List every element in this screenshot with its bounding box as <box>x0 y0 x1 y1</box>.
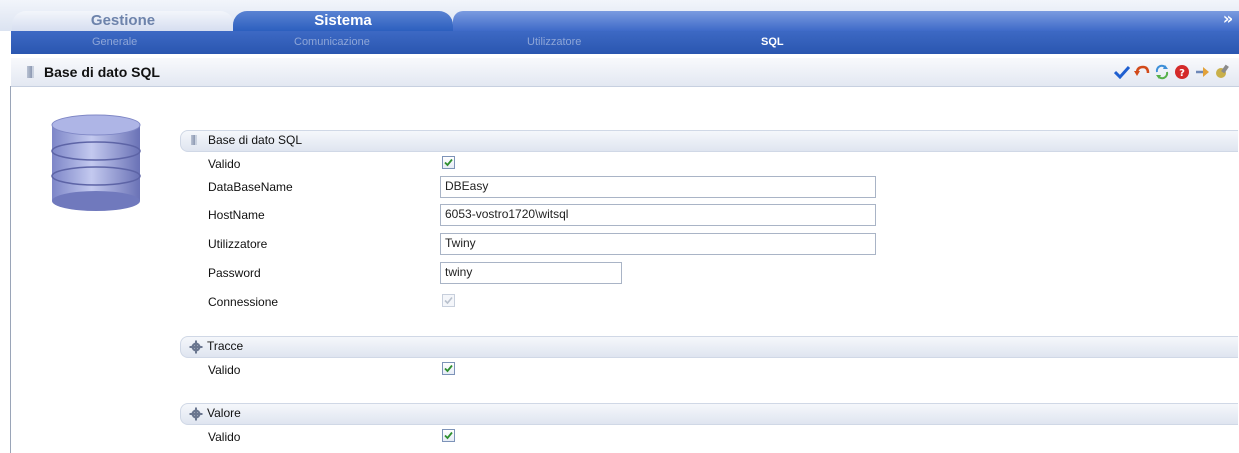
page-title: Base di dato SQL <box>44 64 160 80</box>
content-border <box>10 86 11 453</box>
section-tracce: Tracce Valido <box>180 336 1239 386</box>
form-row-dbname: DataBaseName DBEasy <box>208 176 1228 198</box>
form-row-valido: Valido <box>208 359 1228 381</box>
sub-menu-bar: Generale Comunicazione Utilizzatore SQL <box>11 31 1239 54</box>
form-row-valido: Valido <box>208 426 1228 448</box>
valore-valido-checkbox[interactable] <box>442 429 455 442</box>
form-row-connessione: Connessione <box>208 291 1228 313</box>
toolbar: ? <box>1113 62 1231 82</box>
form-row-user: Utilizzatore Twiny <box>208 233 1228 255</box>
database-icon <box>48 113 144 213</box>
section-title: Valore <box>207 406 241 420</box>
field-label: Valido <box>208 363 241 377</box>
field-label: Valido <box>208 157 241 171</box>
gear-icon <box>189 340 203 354</box>
submenu-item-sql[interactable]: SQL <box>761 35 784 49</box>
section-database: Base di dato SQL Valido DataBaseName DBE… <box>180 130 1239 325</box>
tab-sistema[interactable]: Sistema <box>233 11 453 31</box>
help-icon[interactable]: ? <box>1173 62 1191 82</box>
section-header-database[interactable]: Base di dato SQL <box>180 130 1238 152</box>
tab-gestione[interactable]: Gestione <box>12 11 234 31</box>
field-label: Password <box>208 266 261 280</box>
password-input[interactable]: twiny <box>440 262 622 284</box>
tools-icon[interactable] <box>1213 62 1231 82</box>
collapse-icon[interactable]: » <box>1219 9 1237 29</box>
tracce-valido-checkbox[interactable] <box>442 362 455 375</box>
svg-text:?: ? <box>1179 68 1185 79</box>
gear-icon <box>189 407 203 421</box>
section-valore: Valore Valido <box>180 403 1239 453</box>
next-icon[interactable] <box>1193 62 1211 82</box>
grip-icon <box>27 66 34 78</box>
form-row-hostname: HostName 6053-vostro1720\witsql <box>208 204 1228 226</box>
section-title: Tracce <box>207 339 244 353</box>
grip-icon <box>191 135 197 145</box>
form-row-password: Password twiny <box>208 262 1228 284</box>
submenu-item-comunicazione[interactable]: Comunicazione <box>294 35 370 49</box>
check-icon[interactable] <box>1113 62 1131 82</box>
field-label: Connessione <box>208 295 279 309</box>
user-input[interactable]: Twiny <box>440 233 876 255</box>
submenu-item-utilizzatore[interactable]: Utilizzatore <box>527 35 581 49</box>
section-header-valore[interactable]: Valore <box>180 403 1238 425</box>
database-name-input[interactable]: DBEasy <box>440 176 876 198</box>
field-label: HostName <box>208 208 265 222</box>
refresh-icon[interactable] <box>1153 62 1171 82</box>
valido-checkbox[interactable] <box>442 156 455 169</box>
page-header: Base di dato SQL ? <box>11 58 1239 87</box>
form-row-valido: Valido <box>208 153 1228 175</box>
field-label: Valido <box>208 430 241 444</box>
section-title: Base di dato SQL <box>208 133 303 147</box>
undo-icon[interactable] <box>1133 62 1151 82</box>
section-header-tracce[interactable]: Tracce <box>180 336 1238 358</box>
connessione-checkbox <box>442 294 455 307</box>
field-label: Utilizzatore <box>208 237 268 251</box>
hostname-input[interactable]: 6053-vostro1720\witsql <box>440 204 876 226</box>
tab-bar-fill <box>453 11 1239 31</box>
submenu-item-generale[interactable]: Generale <box>92 35 137 49</box>
top-tab-bar: Gestione Sistema » <box>0 0 1239 31</box>
field-label: DataBaseName <box>208 180 293 194</box>
